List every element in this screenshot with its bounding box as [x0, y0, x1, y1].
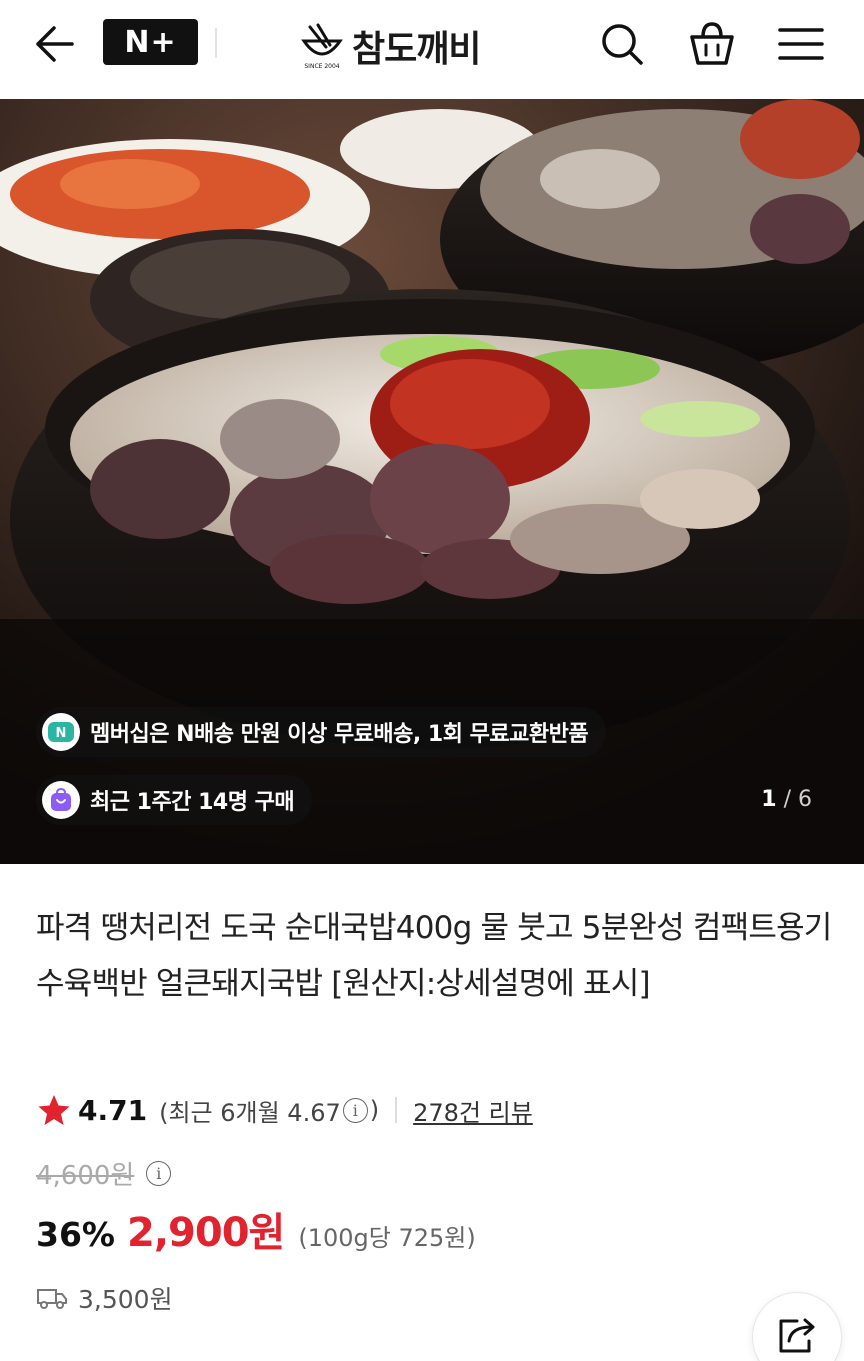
star-icon	[38, 1095, 70, 1125]
brand-since: SINCE 2004	[304, 63, 339, 70]
image-counter-current: 1	[761, 787, 777, 812]
membership-notice-text: 멤버십은 N배송 만원 이상 무료배송, 1회 무료교환반품	[90, 722, 589, 747]
menu-button[interactable]	[775, 18, 827, 70]
sale-price-row: 36% 2,900원 (100g당 725원)	[36, 1200, 476, 1258]
hamburger-menu-icon	[778, 28, 824, 60]
original-price: 4,600원	[36, 1161, 135, 1191]
shopping-bag-icon	[690, 22, 734, 65]
recent-rating-close: )	[369, 1096, 380, 1124]
membership-notice-pill: N 멤버십은 N배송 만원 이상 무료배송, 1회 무료교환반품	[36, 707, 607, 757]
image-counter: 1 / 6	[761, 787, 812, 812]
search-icon	[602, 24, 643, 65]
brand-name: 참도깨비	[352, 29, 481, 70]
rating-divider	[395, 1097, 398, 1123]
search-button[interactable]	[596, 18, 648, 70]
rating-value: 4.71	[78, 1093, 148, 1127]
nplus-label: N+	[124, 24, 177, 60]
image-counter-total: 6	[798, 787, 812, 812]
share-button[interactable]	[752, 1292, 842, 1361]
n-delivery-icon: N	[42, 713, 80, 751]
shipping-fee: 3,500원	[78, 1285, 173, 1314]
sale-price: 2,900원	[127, 1210, 285, 1256]
shopping-bag-badge-icon	[42, 781, 80, 819]
header-divider	[215, 28, 217, 58]
back-arrow-icon	[36, 26, 74, 62]
rating-row: 4.71 (최근 6개월 4.67 i ) 278건 리뷰	[36, 1088, 533, 1132]
shipping-row: 3,500원	[36, 1280, 173, 1316]
recent-rating-text: (최근 6개월 4.67	[159, 1098, 341, 1127]
bowl-logo-icon: SINCE 2004	[301, 23, 343, 70]
review-count-link[interactable]: 278건 리뷰	[413, 1093, 533, 1128]
recent-purchases-pill: 최근 1주간 14명 구매	[36, 775, 313, 825]
truck-icon	[37, 1289, 67, 1309]
app-header: N+ SINCE 2004 참도깨비	[0, 0, 864, 99]
recent-rating: (최근 6개월 4.67 i )	[159, 1093, 379, 1128]
product-image-carousel[interactable]: N 멤버십은 N배송 만원 이상 무료배송, 1회 무료교환반품 최근 1주간 …	[0, 99, 864, 864]
discount-rate: 36%	[36, 1215, 115, 1254]
share-icon	[779, 1318, 815, 1353]
price-info-icon[interactable]: i	[146, 1161, 172, 1186]
back-button[interactable]	[26, 20, 82, 68]
nplus-badge[interactable]: N+	[103, 19, 198, 65]
original-price-row: 4,600원 i	[36, 1155, 173, 1192]
info-icon[interactable]: i	[342, 1097, 368, 1123]
product-title: 파격 땡처리전 도국 순대국밥400g 물 붓고 5분완성 컴팩트용기 수육백반…	[36, 910, 832, 1002]
svg-text:N: N	[56, 726, 67, 741]
recent-purchases-text: 최근 1주간 14명 구매	[90, 790, 295, 815]
image-counter-separator: /	[783, 787, 791, 812]
brand-link[interactable]: SINCE 2004 참도깨비	[300, 16, 481, 76]
shopping-bag-button[interactable]	[686, 18, 738, 70]
unit-price: (100g당 725원)	[298, 1224, 476, 1252]
